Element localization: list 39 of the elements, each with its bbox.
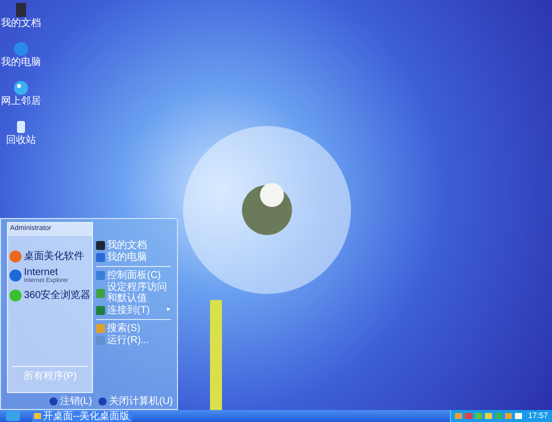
folder-icon	[34, 413, 41, 419]
desktop-icon[interactable]: 网上邻居	[1, 80, 41, 107]
menu-label: 我的电脑	[107, 252, 148, 263]
menu-item[interactable]: 运行(R)...	[96, 335, 171, 346]
document-icon	[13, 2, 29, 18]
menu-item[interactable]: 我的文档	[96, 240, 171, 251]
clock: 17:57	[528, 412, 548, 420]
menu-label: 连接到(T)	[107, 305, 151, 316]
log-off-label: 注销(L)	[60, 394, 92, 408]
globe-icon	[13, 80, 29, 96]
shut-down-label: 关闭计算机(U)	[109, 394, 173, 408]
all-programs-button[interactable]: 所有程序(P)	[21, 369, 79, 384]
icon-label: 我的电脑	[1, 57, 41, 68]
globe-icon	[13, 41, 29, 57]
tray-icons-drawing	[454, 412, 525, 420]
menu-item[interactable]: 搜索(S)	[96, 323, 171, 334]
pinned-program[interactable]: 360安全浏览器	[9, 288, 91, 302]
menu-label: 设定程序访问和默认值	[107, 282, 168, 304]
program-name: Internet	[24, 266, 59, 278]
icon-label: 回收站	[6, 135, 36, 146]
program-name: 桌面美化软件	[24, 250, 84, 262]
shut-down-button[interactable]: 关闭计算机(U)	[98, 394, 173, 408]
menu-item[interactable]: 设定程序访问和默认值	[96, 282, 171, 304]
menu-label: 搜索(S)	[107, 323, 142, 334]
icon-label: 我的文档	[1, 18, 41, 29]
log-off-button[interactable]: 注销(L)	[48, 394, 92, 408]
taskbar-button[interactable]: 开桌面--美化桌面版	[32, 410, 132, 422]
menu-item[interactable]: 控制面板(C)	[96, 270, 171, 281]
program-name: 360安全浏览器	[24, 290, 91, 300]
menu-label: 运行(R)...	[107, 335, 150, 346]
pinned-program[interactable]: 桌面美化软件	[9, 250, 91, 262]
menu-item[interactable]: 我的电脑	[96, 252, 171, 263]
desktop-icon[interactable]: 我的电脑	[1, 41, 41, 68]
start-button[interactable]	[6, 411, 20, 421]
icon-label: 网上邻居	[1, 96, 41, 107]
menu-label: 控制面板(C)	[107, 270, 162, 281]
desktop-icon[interactable]: 我的文档	[1, 2, 41, 29]
menu-label: 我的文档	[107, 240, 148, 251]
desktop-icon[interactable]: 回收站	[1, 119, 41, 146]
